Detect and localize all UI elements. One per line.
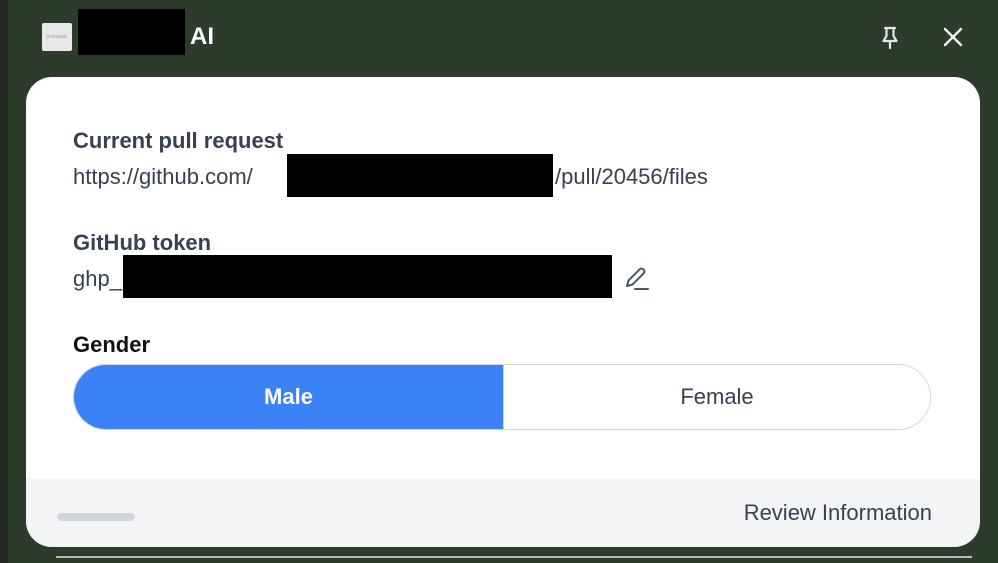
extension-window: preview AI Current pull request https://… bbox=[0, 0, 998, 563]
pin-button[interactable] bbox=[876, 24, 904, 52]
edit-token-button[interactable] bbox=[620, 263, 652, 295]
pin-icon bbox=[882, 26, 898, 50]
pull-request-redaction bbox=[287, 154, 553, 197]
gender-segmented-control: Male Female bbox=[73, 364, 931, 430]
title-redaction bbox=[78, 9, 185, 55]
github-token-prefix: ghp_ bbox=[73, 266, 122, 291]
pull-request-url-suffix: /pull/20456/files bbox=[555, 164, 708, 189]
bottom-strip bbox=[56, 556, 972, 558]
gender-label: Gender bbox=[73, 332, 151, 357]
left-edge bbox=[0, 0, 8, 563]
github-token-redaction bbox=[123, 255, 612, 298]
github-token-label: GitHub token bbox=[73, 230, 212, 255]
app-logo: preview bbox=[42, 23, 72, 51]
window-title: AI bbox=[190, 23, 214, 50]
titlebar: preview AI bbox=[0, 0, 998, 76]
gender-option-female[interactable]: Female bbox=[503, 365, 930, 429]
footer-bar: Review Information bbox=[26, 479, 980, 547]
settings-panel: Current pull request https://github.com/… bbox=[26, 77, 980, 547]
app-logo-text: preview bbox=[47, 34, 67, 40]
close-button[interactable] bbox=[938, 22, 968, 52]
pull-request-url-prefix: https://github.com/ bbox=[73, 164, 253, 189]
gender-option-male[interactable]: Male bbox=[74, 365, 503, 429]
review-information-button[interactable]: Review Information bbox=[744, 499, 932, 527]
drag-handle[interactable] bbox=[57, 513, 135, 521]
pull-request-label: Current pull request bbox=[73, 128, 284, 153]
pencil-icon bbox=[626, 267, 649, 290]
close-icon bbox=[943, 27, 963, 47]
